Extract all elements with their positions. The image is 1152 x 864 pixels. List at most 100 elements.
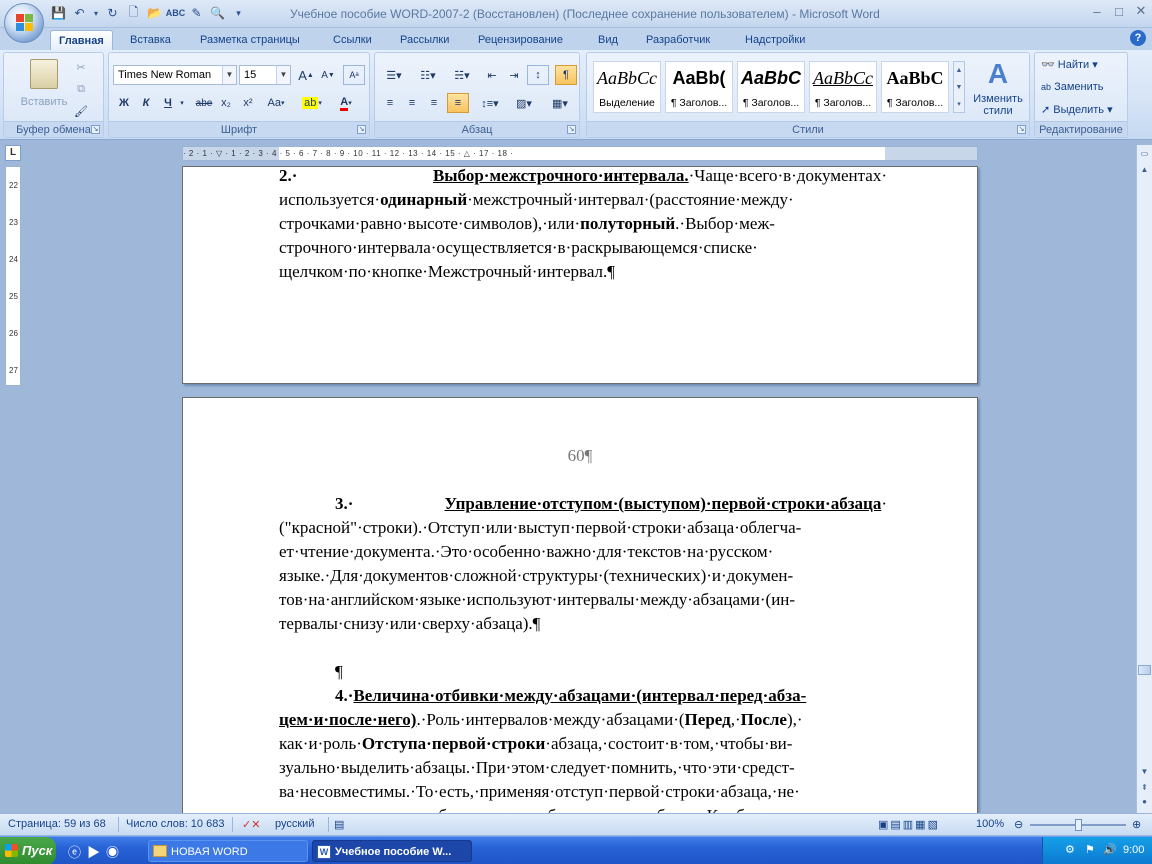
tab-mailings[interactable]: Рассылки	[392, 30, 457, 50]
change-styles-icon[interactable]: A	[979, 59, 1017, 89]
view-buttons[interactable]: ▣▤▥▦▧	[878, 818, 940, 831]
tab-review[interactable]: Рецензирование	[470, 30, 571, 50]
change-case-button[interactable]: Aa ▾	[261, 93, 291, 113]
document-page[interactable]: 60¶ 3.· Управление·отступом·(выступом)·п…	[182, 397, 978, 825]
styles-launcher-icon[interactable]: ↘	[1017, 125, 1026, 134]
text-line[interactable]: 3.· Управление·отступом·(выступом)·перво…	[279, 492, 887, 516]
taskbar-item-word[interactable]: W Учебное пособие W...	[312, 840, 472, 862]
font-name-combo[interactable]: Times New Roman ▼	[113, 65, 237, 85]
security-icon[interactable]: ⚑	[1085, 843, 1095, 856]
text-line[interactable]: цем·и·после·него).·Роль·интервалов·между…	[279, 708, 887, 732]
text-line[interactable]: 4.·Величина·отбивки·между·абзацами·(инте…	[279, 684, 887, 708]
increase-indent-icon[interactable]: ⇥	[503, 65, 525, 85]
highlight-button[interactable]: ab ▾	[297, 93, 327, 113]
redo-icon[interactable]: ↻	[104, 5, 121, 22]
strikethrough-button[interactable]: abe	[193, 93, 215, 113]
text-line[interactable]: языке.·Для·документов·сложной·структуры·…	[279, 564, 887, 588]
bold-button[interactable]: Ж	[113, 93, 135, 113]
tab-page-layout[interactable]: Разметка страницы	[192, 30, 308, 50]
media-player-icon[interactable]: ▶	[87, 845, 106, 860]
paste-icon[interactable]	[30, 59, 58, 89]
scroll-up-icon[interactable]: ▲	[1138, 163, 1151, 177]
tab-insert[interactable]: Вставка	[122, 30, 179, 50]
text-line[interactable]: 2.· Выбор·межстрочного·интервала.·Чаще·в…	[279, 164, 887, 188]
text-line[interactable]: ¶	[279, 660, 887, 684]
save-icon[interactable]: 💾	[50, 5, 67, 22]
show-marks-icon[interactable]: ¶	[555, 65, 577, 85]
text-line[interactable]: щелчком·по·кнопке·Межстрочный·интервал.¶	[279, 260, 887, 284]
text-line[interactable]: ет·чтение·документа.·Это·особенно·важно·…	[279, 540, 887, 564]
change-styles-button[interactable]: Изменить стили	[967, 93, 1029, 117]
underline-dropdown-icon[interactable]: ▾	[177, 93, 187, 113]
ie-icon[interactable]: ⓔ	[68, 845, 87, 860]
text-line[interactable]: используется·одинарный·межстрочный·интер…	[279, 188, 887, 212]
decrease-indent-icon[interactable]: ⇤	[481, 65, 503, 85]
help-icon[interactable]: ?	[1130, 30, 1146, 46]
line-spacing-icon[interactable]: ↕≡▾	[475, 93, 505, 113]
align-center-icon[interactable]: ≡	[401, 93, 423, 113]
new-icon[interactable]: 🗋	[125, 5, 142, 22]
tab-home[interactable]: Главная	[50, 30, 113, 51]
styles-scroll[interactable]: ▲ ▼ ▾	[953, 61, 965, 113]
vertical-scrollbar[interactable]: ▭ ▲ ▼ ⇞ ●	[1136, 145, 1152, 813]
format-painter-icon[interactable]: 🖌	[70, 101, 92, 121]
chevron-down-icon[interactable]: ▼	[276, 66, 290, 84]
close-icon[interactable]: ✕	[1130, 0, 1152, 22]
print-preview-icon[interactable]: 🔍	[209, 5, 226, 22]
horizontal-ruler[interactable]: · 2 · 1 · ▽ · 1 · 2 · 3 · 4 · 5 · 6 · 7 …	[182, 146, 978, 161]
zoom-in-icon[interactable]: ⊕	[1132, 818, 1141, 831]
tab-selector[interactable]: L	[5, 145, 21, 161]
volume-icon[interactable]: 🔊	[1103, 843, 1117, 856]
network-icon[interactable]: ⚙	[1065, 843, 1075, 856]
minimize-icon[interactable]: –	[1086, 0, 1108, 22]
browser-icon[interactable]: ◉	[106, 845, 125, 860]
customize-icon[interactable]: ▾	[230, 5, 247, 22]
replace-button[interactable]: ab Заменить	[1041, 81, 1104, 93]
office-button[interactable]	[4, 3, 44, 43]
shrink-font-button[interactable]: A ▼	[317, 65, 339, 85]
grow-font-button[interactable]: A ▲	[295, 65, 317, 85]
font-color-button[interactable]: A ▾	[331, 93, 361, 113]
tab-references[interactable]: Ссылки	[325, 30, 380, 50]
style-tile-heading1[interactable]: AaBb( ¶ Заголов...	[665, 61, 733, 113]
italic-button[interactable]: К	[135, 93, 157, 113]
text-line[interactable]: зуально·выделить·абзацы.·При·этом·следуе…	[279, 756, 887, 780]
sort-icon[interactable]: ↕	[527, 65, 549, 85]
maximize-icon[interactable]: □	[1108, 0, 1130, 22]
text-line[interactable]: строчками·равно·высоте·символов),·или·по…	[279, 212, 887, 236]
taskbar-item-folder[interactable]: НОВАЯ WORD	[148, 840, 308, 862]
proofing-icon[interactable]: ✓✕	[242, 818, 260, 831]
text-line[interactable]: тервалы·снизу·или·сверху·абзаца).¶	[279, 612, 887, 636]
numbering-icon[interactable]: ☷▾	[413, 65, 443, 85]
vertical-ruler[interactable]: 22 23 24 25 26 27	[5, 166, 21, 386]
font-size-combo[interactable]: 15 ▼	[239, 65, 291, 85]
text-line[interactable]: как·и·роль·Отступа·первой·строки·абзаца,…	[279, 732, 887, 756]
undo-dropdown-icon[interactable]: ▾	[92, 5, 100, 22]
paste-button[interactable]: Вставить	[12, 92, 76, 112]
page-text[interactable]: 2.· Выбор·межстрочного·интервала.·Чаще·в…	[279, 164, 887, 284]
select-button[interactable]: ➚ Выделить ▾	[1041, 103, 1113, 116]
clipboard-launcher-icon[interactable]: ↘	[91, 125, 100, 134]
view-ruler-icon[interactable]: ▭	[1138, 147, 1151, 161]
underline-button[interactable]: Ч	[157, 93, 179, 113]
macro-record-icon[interactable]: ▤	[334, 818, 344, 831]
paragraph-launcher-icon[interactable]: ↘	[567, 125, 576, 134]
text-line[interactable]: ("красной"·строки).·Отступ·или·выступ·пе…	[279, 516, 887, 540]
style-tile-emphasis[interactable]: AaBbCc Выделение	[593, 61, 661, 113]
borders-icon[interactable]: ▦▾	[545, 93, 575, 113]
align-left-icon[interactable]: ≡	[379, 93, 401, 113]
spelling-icon[interactable]: ABC	[166, 5, 186, 22]
tab-addins[interactable]: Надстройки	[737, 30, 813, 50]
text-line[interactable]: строчного·интервала·осуществляется·в·рас…	[279, 236, 887, 260]
tab-view[interactable]: Вид	[590, 30, 626, 50]
clock[interactable]: 9:00	[1123, 844, 1144, 856]
tab-developer[interactable]: Разработчик	[638, 30, 718, 50]
justify-icon[interactable]: ≡	[447, 93, 469, 113]
text-line[interactable]: ва·несовместимы.·То·есть,·применяя·отсту…	[279, 780, 887, 804]
zoom-out-icon[interactable]: ⊖	[1014, 818, 1023, 831]
clear-formatting-icon[interactable]: Aᵃ	[343, 65, 365, 85]
text-line[interactable]	[279, 636, 887, 660]
shading-icon[interactable]: ▨▾	[509, 93, 539, 113]
bullets-icon[interactable]: ☰▾	[379, 65, 409, 85]
style-tile-heading3[interactable]: AaBbCc ¶ Заголов...	[809, 61, 877, 113]
